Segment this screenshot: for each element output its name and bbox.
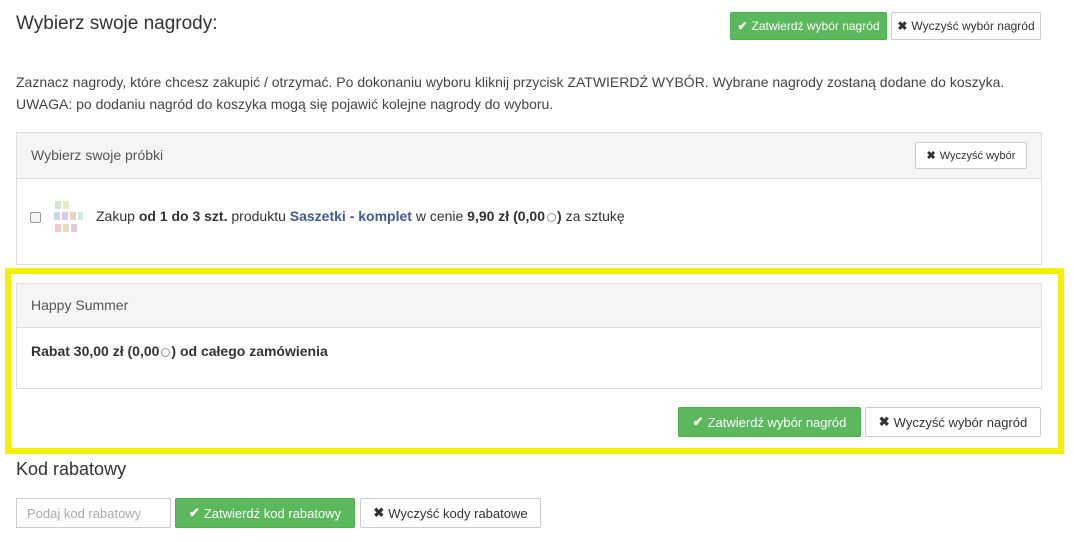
- clear-samples-button[interactable]: ✖ Wyczyść wybór: [915, 142, 1027, 169]
- times-icon: ✖: [373, 505, 385, 520]
- times-icon: ✖: [878, 414, 890, 429]
- page-title: Wybierz swoje nagrody:: [16, 13, 218, 34]
- instructions-text: Zaznacz nagrody, które chcesz zakupić / …: [16, 74, 1005, 112]
- clear-rewards-label: Wyczyść wybór nagród: [893, 414, 1028, 430]
- promo-reward-text: Rabat 30,00 zł (0,00: [31, 343, 160, 359]
- clear-rewards-button[interactable]: ✖ Wyczyść wybór nagród: [865, 407, 1041, 437]
- sample-checkbox[interactable]: [30, 212, 41, 223]
- sample-price: 9,90 zł (0,00: [467, 208, 545, 224]
- confirm-rewards-button[interactable]: ✔ Zatwierdź wybór nagród: [678, 407, 861, 437]
- promo-panel: Happy Summer: [16, 283, 1042, 389]
- sample-prefix: Zakup: [96, 208, 135, 224]
- check-icon: ✔: [737, 19, 748, 33]
- clear-rewards-label: Wyczyść wybór nagród: [911, 19, 1035, 33]
- sachets-thumbnail: [54, 201, 83, 232]
- promo-reward-close: ) od całego zamówienia: [171, 343, 328, 359]
- clear-discount-button[interactable]: ✖ Wyczyść kody rabatowe: [360, 498, 541, 528]
- sample-middle: produktu: [231, 208, 286, 224]
- times-icon: ✖: [926, 150, 936, 162]
- clear-discount-label: Wyczyść kody rabatowe: [388, 505, 528, 521]
- confirm-rewards-button-top[interactable]: ✔ Zatwierdź wybór nagród: [730, 12, 887, 40]
- points-coin-icon: [547, 212, 556, 222]
- promo-panel-header: Happy Summer: [17, 284, 1041, 328]
- sample-price-prefix: w cenie: [415, 208, 464, 224]
- times-icon: ✖: [897, 19, 908, 33]
- sample-suffix: za sztukę: [565, 208, 625, 224]
- sample-range: od 1 do 3 szt.: [138, 208, 228, 224]
- confirm-discount-label: Zatwierdź kod rabatowy: [203, 505, 342, 521]
- sample-price-close: ): [557, 208, 562, 224]
- product-link[interactable]: Saszetki - komplet: [290, 208, 412, 224]
- samples-panel-header: Wybierz swoje próbki ✖ Wyczyść wybór: [17, 133, 1041, 179]
- confirm-rewards-label: Zatwierdź wybór nagród: [751, 19, 880, 33]
- points-coin-icon: [161, 347, 171, 357]
- clear-rewards-button-top[interactable]: ✖ Wyczyść wybór nagród: [891, 12, 1041, 40]
- discount-code-title: Kod rabatowy: [16, 459, 127, 479]
- sample-reward-line: Zakup od 1 do 3 szt. produktu Saszetki -…: [96, 208, 625, 224]
- check-icon: ✔: [692, 414, 704, 429]
- samples-panel: Wybierz swoje próbki ✖ Wyczyść wybór: [16, 132, 1042, 265]
- samples-panel-title: Wybierz swoje próbki: [31, 147, 164, 163]
- promo-panel-title: Happy Summer: [31, 297, 129, 313]
- confirm-rewards-label: Zatwierdź wybór nagród: [707, 414, 847, 430]
- discount-code-input[interactable]: [16, 498, 171, 528]
- clear-samples-label: Wyczyść wybór: [939, 149, 1016, 162]
- promo-reward-line: Rabat 30,00 zł (0,00 ) od całego zamówien…: [31, 343, 328, 359]
- check-icon: ✔: [188, 505, 200, 520]
- confirm-discount-button[interactable]: ✔ Zatwierdź kod rabatowy: [175, 498, 355, 528]
